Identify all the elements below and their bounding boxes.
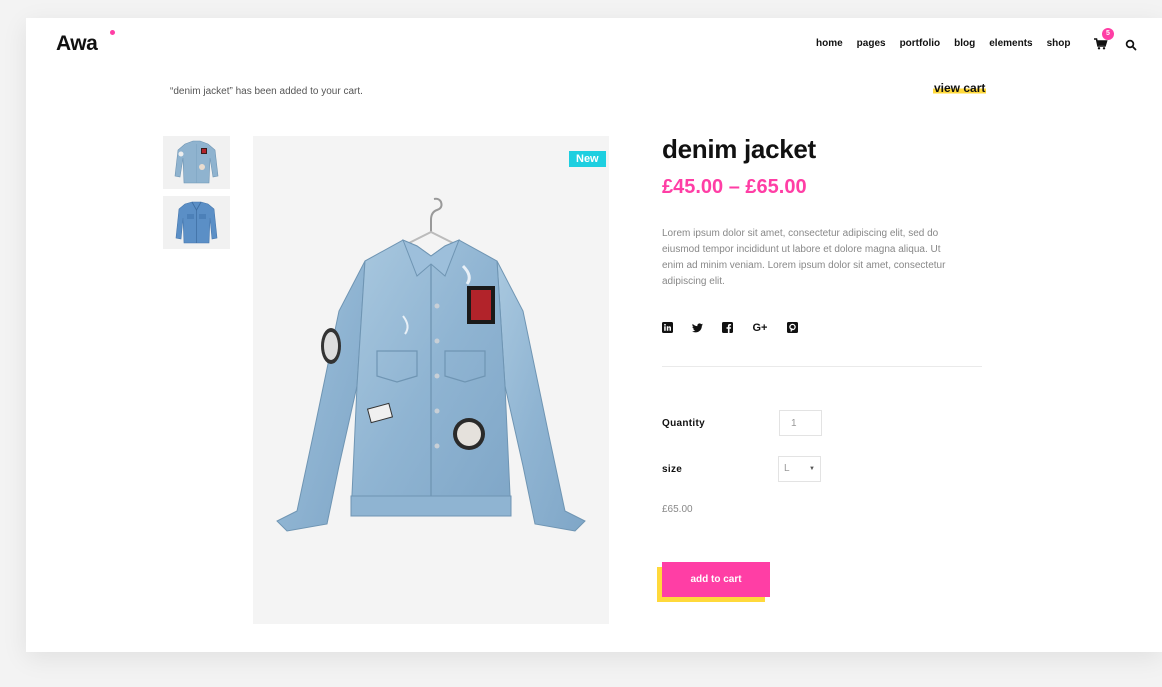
- size-selected-value: L: [784, 463, 790, 474]
- view-cart-link[interactable]: view cart: [933, 81, 987, 95]
- new-badge: New: [569, 151, 606, 167]
- size-label: size: [662, 464, 683, 475]
- add-to-cart-button[interactable]: add to cart: [662, 562, 770, 597]
- cart-notice: “denim jacket” has been added to your ca…: [170, 86, 363, 97]
- facebook-icon[interactable]: [722, 322, 733, 333]
- nav-elements[interactable]: elements: [989, 38, 1032, 49]
- product-main-image[interactable]: [253, 136, 609, 624]
- logo-dot: [110, 30, 115, 35]
- product-thumbnail-front[interactable]: [163, 196, 230, 249]
- nav-pages[interactable]: pages: [857, 38, 886, 49]
- product-price: £45.00 – £65.00: [662, 176, 807, 198]
- cart-count-badge: 5: [1102, 28, 1114, 40]
- pinterest-icon[interactable]: [787, 322, 798, 333]
- nav-shop[interactable]: shop: [1047, 38, 1071, 49]
- nav-blog[interactable]: blog: [954, 38, 975, 49]
- product-thumbnail-back[interactable]: [163, 136, 230, 189]
- product-title: denim jacket: [662, 134, 816, 164]
- search-icon[interactable]: [1125, 38, 1137, 51]
- site-logo[interactable]: Awa: [56, 32, 98, 56]
- chevron-down-icon: ▼: [809, 466, 815, 472]
- main-nav: home pages portfolio blog elements shop: [816, 38, 1070, 49]
- quantity-input[interactable]: [779, 410, 822, 436]
- divider: [662, 366, 982, 367]
- share-icons: G+: [662, 322, 798, 334]
- linkedin-icon[interactable]: [662, 322, 673, 333]
- nav-portfolio[interactable]: portfolio: [900, 38, 941, 49]
- page-card: Awa home pages portfolio blog elements s…: [26, 18, 1162, 652]
- variation-price: £65.00: [662, 504, 693, 515]
- quantity-label: Quantity: [662, 418, 705, 429]
- size-select[interactable]: L ▼: [778, 456, 821, 482]
- google-plus-icon[interactable]: G+: [752, 322, 768, 334]
- product-description: Lorem ipsum dolor sit amet, consectetur …: [662, 228, 946, 287]
- twitter-icon[interactable]: [692, 322, 703, 333]
- nav-home[interactable]: home: [816, 38, 843, 49]
